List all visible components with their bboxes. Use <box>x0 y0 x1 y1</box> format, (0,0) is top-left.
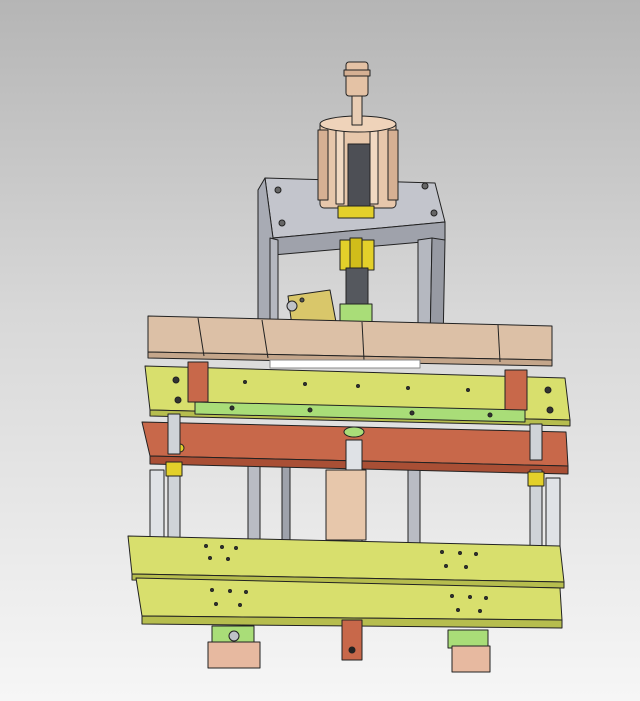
tan-base-plate <box>147 315 553 369</box>
cad-viewport[interactable] <box>0 0 640 701</box>
feet-blocks <box>207 619 491 673</box>
cad-model[interactable] <box>0 0 640 701</box>
pneumatic-cylinder <box>317 61 399 219</box>
